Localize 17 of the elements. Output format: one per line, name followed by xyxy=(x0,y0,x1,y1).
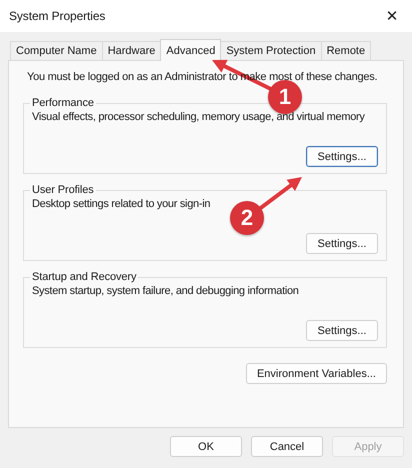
tab[interactable]: Computer Name xyxy=(10,41,103,60)
group-description: System startup, system failure, and debugging information xyxy=(32,285,299,297)
dialog-button[interactable]: Cancel xyxy=(251,436,323,457)
group-description: Desktop settings related to your sign-in xyxy=(32,198,210,210)
settings-button[interactable]: Settings... xyxy=(306,146,378,167)
group-description: Visual effects, processor scheduling, memory usage, and virtual memory xyxy=(32,111,365,123)
group-title: Performance xyxy=(31,97,95,109)
group-title: User Profiles xyxy=(31,184,95,196)
settings-button[interactable]: Settings... xyxy=(306,320,378,341)
dialog-button[interactable]: OK xyxy=(170,436,242,457)
tab[interactable]: Remote xyxy=(320,41,372,60)
environment-variables-button[interactable]: Environment Variables... xyxy=(246,363,387,384)
window-title: System Properties xyxy=(9,9,106,23)
group-title: Startup and Recovery xyxy=(31,271,138,283)
close-button[interactable]: ✕ xyxy=(372,0,412,32)
settings-button[interactable]: Settings... xyxy=(306,233,378,254)
tab[interactable]: Advanced xyxy=(160,39,222,61)
